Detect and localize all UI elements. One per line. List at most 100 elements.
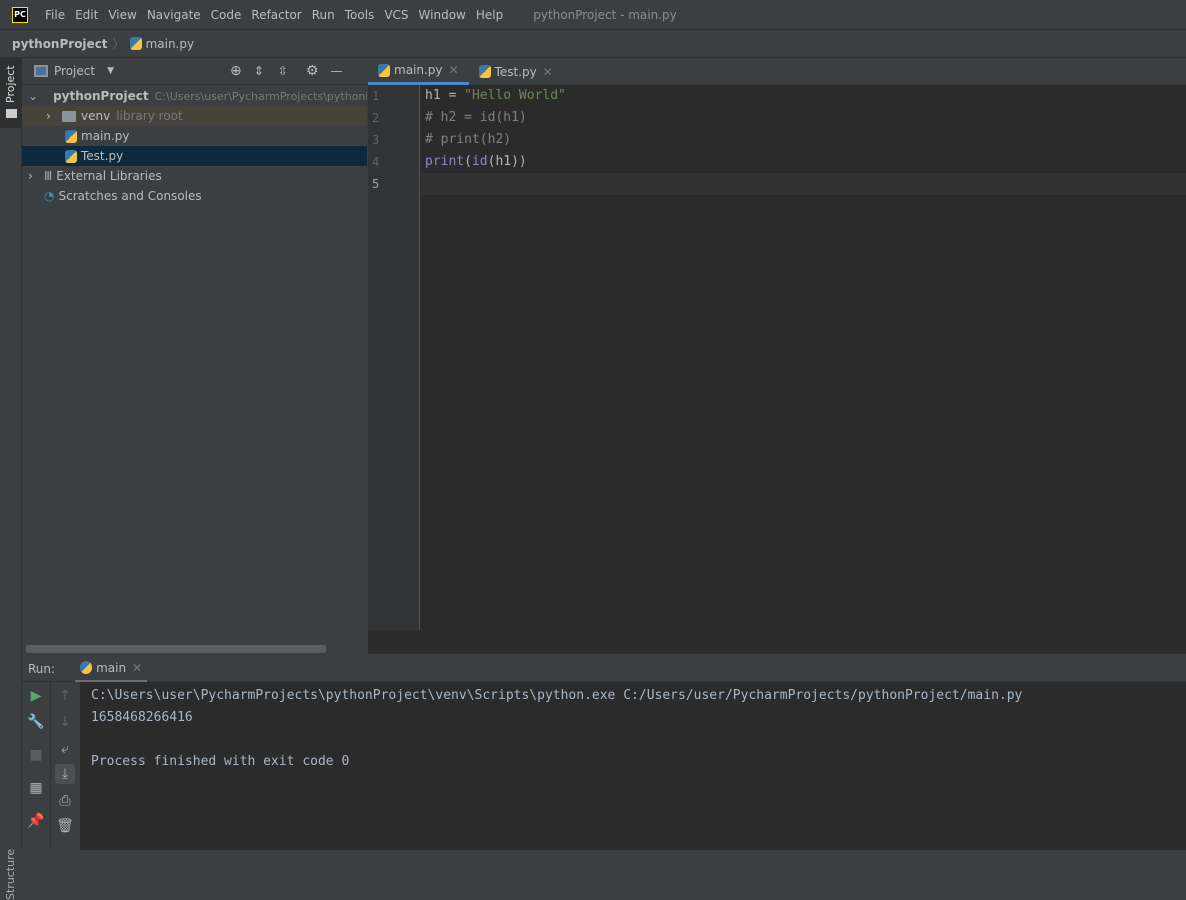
pycharm-logo: PC (12, 6, 28, 23)
tree-root[interactable]: ⌄ pythonProject C:\Users\user\PycharmPro… (22, 86, 367, 106)
layout-icon[interactable]: ▦ (26, 778, 46, 798)
structure-tab-label[interactable]: Structure (4, 849, 17, 900)
python-file-icon (478, 65, 491, 78)
line-number: 3 (372, 133, 380, 147)
chevron-right-icon: › (46, 109, 51, 123)
tab-test-py[interactable]: Test.py ✕ (469, 58, 563, 85)
code-line: h1 = "Hello World" (425, 88, 566, 103)
line-gutter: 1 2 3 4 5 (368, 85, 420, 630)
chevron-down-icon[interactable]: ▼ (107, 66, 114, 76)
wrench-icon[interactable]: 🔧 (26, 712, 46, 732)
menu-edit[interactable]: Edit (75, 8, 98, 22)
run-toolwindow-header: Run: main ✕ (22, 656, 1186, 682)
breadcrumb: pythonProject 〉 main.py (0, 30, 1186, 58)
menu-vcs[interactable]: VCS (384, 8, 408, 22)
python-file-icon (378, 63, 390, 77)
project-panel-header: Project ▼ ⊕ ⇕ ⇳ ⚙ — (22, 58, 367, 85)
horizontal-scrollbar[interactable] (26, 645, 326, 653)
run-tab-main[interactable]: main ✕ (75, 656, 148, 682)
python-icon (80, 661, 93, 674)
tab-label: main.py (394, 63, 443, 77)
menu-navigate[interactable]: Navigate (147, 8, 201, 22)
minimize-icon[interactable]: — (330, 64, 342, 78)
scroll-to-end-icon[interactable]: ⤓ (55, 764, 75, 784)
menu-refactor[interactable]: Refactor (251, 8, 301, 22)
console-line: Process finished with exit code 0 (91, 754, 350, 769)
python-file-icon (129, 37, 142, 50)
arrow-down-icon[interactable]: ↓ (55, 712, 75, 732)
close-icon[interactable]: ✕ (132, 661, 142, 675)
menu-bar: PC File Edit View Navigate Code Refactor… (0, 0, 1186, 30)
trash-icon[interactable]: 🗑 (55, 816, 75, 836)
code-line: # h2 = id(h1) (425, 110, 527, 125)
close-icon[interactable]: ✕ (449, 63, 459, 77)
breadcrumb-project[interactable]: pythonProject (12, 37, 108, 51)
expand-all-icon[interactable]: ⇕ (254, 64, 264, 78)
tab-label: Test.py (494, 64, 537, 79)
root-label: pythonProject (53, 89, 149, 103)
project-panel: Project ▼ ⊕ ⇕ ⇳ ⚙ — ⌄ pythonProject C:\U… (22, 58, 367, 654)
console-line: 1658468266416 (91, 710, 193, 725)
locate-icon[interactable]: ⊕ (230, 63, 242, 79)
menu-window[interactable]: Window (419, 8, 466, 22)
arrow-up-icon[interactable]: ↑ (55, 686, 75, 706)
left-tool-stripe (0, 58, 22, 850)
project-tab-label: Project (4, 65, 17, 103)
chevron-right-icon: › (28, 169, 33, 183)
menu-code[interactable]: Code (211, 8, 242, 22)
gear-icon[interactable]: ⚙ (306, 63, 319, 79)
tree-main-py[interactable]: main.py (22, 126, 367, 146)
chevron-down-icon: ⌄ (28, 89, 39, 103)
tree-scratches[interactable]: ◔ Scratches and Consoles (22, 186, 367, 206)
menu-help[interactable]: Help (476, 8, 503, 22)
tree-external-libraries[interactable]: › Ⅲ External Libraries (22, 166, 367, 186)
menu-run[interactable]: Run (312, 8, 335, 22)
code-area[interactable]: h1 = "Hello World" # h2 = id(h1) # print… (425, 85, 566, 195)
stop-icon[interactable]: ■ (26, 745, 46, 765)
editor-tabs: main.py ✕ Test.py ✕ (368, 58, 1186, 85)
line-number: 4 (372, 155, 380, 169)
run-toolbar-secondary: ↑ ↓ ⤶ ⤓ ⎙ 🗑 (50, 682, 80, 850)
scratches-label: Scratches and Consoles (58, 189, 202, 203)
library-icon: Ⅲ (44, 169, 53, 183)
line-number: 2 (372, 111, 380, 125)
run-tab-label: main (96, 660, 127, 675)
python-file-icon (65, 149, 77, 163)
project-tool-tab[interactable]: Project (0, 58, 22, 128)
scratches-icon: ◔ (44, 189, 55, 203)
pin-icon[interactable]: 📌 (26, 811, 46, 831)
code-line: # print(h2) (425, 132, 512, 147)
chevron-right-icon: 〉 (112, 37, 125, 51)
menu-file[interactable]: File (45, 8, 65, 22)
print-icon[interactable]: ⎙ (55, 791, 75, 811)
menu-tools[interactable]: Tools (345, 8, 375, 22)
editor: main.py ✕ Test.py ✕ 1 2 3 4 5 h1 = "Hell… (368, 58, 1186, 654)
line-number: 5 (372, 177, 380, 191)
tab-main-py[interactable]: main.py ✕ (368, 58, 469, 85)
menu-view[interactable]: View (108, 8, 136, 22)
line-number: 1 (372, 89, 380, 103)
soft-wrap-icon[interactable]: ⤶ (55, 739, 75, 759)
root-path: C:\Users\user\PycharmProjects\pythonProj… (154, 89, 367, 103)
folder-icon (6, 109, 17, 118)
tree-test-py[interactable]: Test.py (22, 146, 367, 166)
run-toolbar-primary: ▶ 🔧 ■ ▦ 📌 (22, 682, 50, 850)
close-icon[interactable]: ✕ (543, 65, 553, 79)
main-py-label: main.py (81, 129, 130, 143)
collapse-all-icon[interactable]: ⇳ (278, 64, 288, 78)
test-py-label: Test.py (81, 149, 124, 163)
run-label: Run: (28, 661, 56, 676)
project-view-icon (34, 65, 48, 77)
breadcrumb-file[interactable]: main.py (146, 37, 195, 51)
folder-icon (62, 110, 76, 122)
venv-label: venv (81, 109, 111, 123)
code-line: print(id(h1)) (425, 154, 527, 169)
run-console-output[interactable]: C:\Users\user\PycharmProjects\pythonProj… (80, 682, 1186, 850)
project-view-selector[interactable]: Project (54, 64, 95, 78)
rerun-icon[interactable]: ▶ (26, 686, 46, 706)
console-line: C:\Users\user\PycharmProjects\pythonProj… (91, 688, 1023, 703)
tree-venv[interactable]: › venv library root (22, 106, 367, 126)
window-title: pythonProject - main.py (533, 7, 677, 22)
